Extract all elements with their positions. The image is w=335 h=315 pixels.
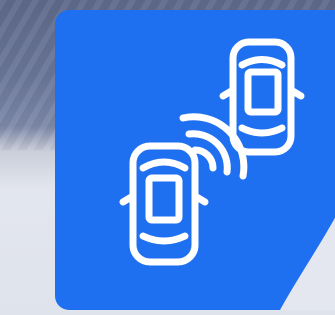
blind-spot-detection-icon	[55, 10, 335, 310]
feature-icon-card	[55, 10, 335, 310]
screenshot-stage	[0, 0, 335, 315]
